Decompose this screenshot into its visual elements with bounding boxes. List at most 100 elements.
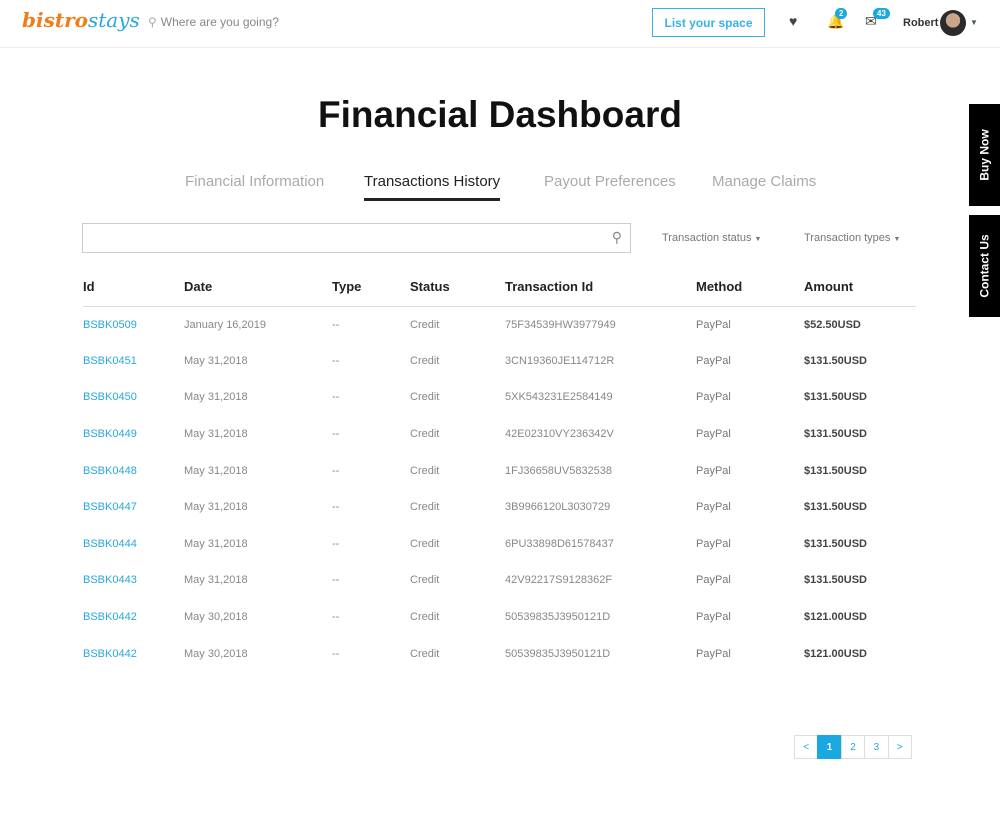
search-placeholder: Where are you going? <box>160 15 279 29</box>
cell-amount: $131.50USD <box>804 574 867 587</box>
cell-date: May 31,2018 <box>184 428 248 441</box>
cell-id[interactable]: BSBK0448 <box>83 452 184 489</box>
buy-now-tab[interactable]: Buy Now <box>969 104 1000 206</box>
table-row: BSBK0444 May 31,2018 -- Credit 6PU33898D6157… <box>83 526 916 563</box>
cell-type: -- <box>332 647 340 660</box>
transactions-table: Id Date Type Status Transaction Id Method Amou… <box>83 268 916 672</box>
transaction-search-input[interactable]: ⚲ <box>82 223 631 253</box>
cell-type: -- <box>332 391 340 404</box>
column-header-id: Id <box>83 268 184 307</box>
bell-icon[interactable]: 🔔 2 <box>827 8 848 30</box>
cell-date: May 31,2018 <box>184 537 248 550</box>
column-header-status: Status <box>410 268 505 307</box>
mail-icon[interactable]: ✉ 43 <box>865 8 890 30</box>
caret-down-icon: ▼ <box>893 236 901 243</box>
table-row: BSBK0443 May 31,2018 -- Credit 42V92217S9128… <box>83 562 916 599</box>
cell-transaction-id: 50539835J3950121D <box>505 611 611 624</box>
cell-status: Credit <box>410 537 440 550</box>
page-3-button[interactable]: 3 <box>864 735 889 759</box>
cell-amount: $52.50USD <box>804 318 861 331</box>
table-row: BSBK0449 May 31,2018 -- Credit 42E02310VY236… <box>83 416 916 453</box>
cell-amount: $131.50USD <box>804 391 867 404</box>
cell-date: May 30,2018 <box>184 647 248 660</box>
cell-date: May 31,2018 <box>184 464 248 477</box>
table-row: BSBK0442 May 30,2018 -- Credit 50539835J3950… <box>83 635 916 672</box>
prev-page-button[interactable]: < <box>794 735 819 759</box>
chevron-down-icon[interactable]: ▼ <box>970 18 978 27</box>
cell-id[interactable]: BSBK0444 <box>83 526 184 563</box>
search-icon[interactable]: ⚲ <box>612 229 622 246</box>
tab-manage-claims[interactable]: Manage Claims <box>712 173 816 190</box>
table-row: BSBK0509 January 16,2019 -- Credit 75F34539H… <box>83 306 916 343</box>
tab-financial-information[interactable]: Financial Information <box>185 173 324 190</box>
cell-amount: $131.50USD <box>804 501 867 514</box>
column-header-amount: Amount <box>804 268 916 307</box>
search-icon: ⚲ <box>148 15 157 29</box>
list-your-space-button[interactable]: List your space <box>652 8 765 37</box>
pagination: < 1 2 3 > <box>794 735 912 759</box>
cell-transaction-id: 3B9966120L3030729 <box>505 501 611 514</box>
cell-amount: $131.50USD <box>804 537 867 550</box>
cell-method: PayPal <box>696 647 731 660</box>
cell-transaction-id: 50539835J3950121D <box>505 647 611 660</box>
tab-transactions-history[interactable]: Transactions History <box>364 173 501 201</box>
table-row: BSBK0442 May 30,2018 -- Credit 50539835J3950… <box>83 599 916 636</box>
cell-amount: $131.50USD <box>804 354 867 367</box>
top-nav: bistrostays ⚲ Where are you going? List y… <box>0 0 1000 48</box>
table-row: BSBK0451 May 31,2018 -- Credit 3CN19360JE114… <box>83 343 916 380</box>
avatar[interactable] <box>940 10 966 36</box>
cell-method: PayPal <box>696 611 731 624</box>
column-header-date: Date <box>184 268 332 307</box>
cell-method: PayPal <box>696 464 731 477</box>
logo[interactable]: bistrostays <box>22 8 140 32</box>
cell-status: Credit <box>410 611 440 624</box>
cell-method: PayPal <box>696 574 731 587</box>
cell-id[interactable]: BSBK0451 <box>83 343 184 380</box>
next-page-button[interactable]: > <box>887 735 912 759</box>
cell-type: -- <box>332 501 340 514</box>
cell-amount: $131.50USD <box>804 428 867 441</box>
cell-transaction-id: 75F34539HW3977949 <box>505 318 616 331</box>
cell-status: Credit <box>410 428 440 441</box>
cell-id[interactable]: BSBK0447 <box>83 489 184 526</box>
column-header-type: Type <box>332 268 410 307</box>
cell-id[interactable]: BSBK0449 <box>83 416 184 453</box>
cell-id[interactable]: BSBK0509 <box>83 306 184 343</box>
cell-method: PayPal <box>696 428 731 441</box>
cell-id[interactable]: BSBK0442 <box>83 635 184 672</box>
cell-id[interactable]: BSBK0443 <box>83 562 184 599</box>
cell-date: May 31,2018 <box>184 574 248 587</box>
cell-transaction-id: 42E02310VY236342V <box>505 428 614 441</box>
heart-icon[interactable]: ♥ <box>789 13 797 29</box>
cell-type: -- <box>332 574 340 587</box>
cell-status: Credit <box>410 647 440 660</box>
cell-status: Credit <box>410 391 440 404</box>
cell-transaction-id: 6PU33898D61578437 <box>505 537 614 550</box>
page-title: Financial Dashboard <box>318 94 682 135</box>
tab-payout-preferences[interactable]: Payout Preferences <box>544 173 676 190</box>
cell-status: Credit <box>410 501 440 514</box>
cell-transaction-id: 3CN19360JE114712R <box>505 354 615 367</box>
transaction-types-dropdown[interactable]: Transaction types ▼ <box>804 232 900 244</box>
cell-status: Credit <box>410 574 440 587</box>
cell-date: May 31,2018 <box>184 501 248 514</box>
cell-date: May 31,2018 <box>184 354 248 367</box>
cell-date: January 16,2019 <box>184 318 266 331</box>
cell-status: Credit <box>410 354 440 367</box>
cell-transaction-id: 5XK543231E2584149 <box>505 391 613 404</box>
cell-type: -- <box>332 318 340 331</box>
table-row: BSBK0447 May 31,2018 -- Credit 3B9966120L303… <box>83 489 916 526</box>
cell-amount: $121.00USD <box>804 611 867 624</box>
destination-search[interactable]: ⚲ Where are you going? <box>148 15 279 29</box>
cell-status: Credit <box>410 318 440 331</box>
cell-id[interactable]: BSBK0442 <box>83 599 184 636</box>
caret-down-icon: ▼ <box>754 236 762 243</box>
page-2-button[interactable]: 2 <box>840 735 866 759</box>
cell-method: PayPal <box>696 354 731 367</box>
cell-type: -- <box>332 537 340 550</box>
user-name[interactable]: Robert <box>903 17 938 29</box>
contact-us-tab[interactable]: Contact Us <box>969 215 1000 317</box>
page-1-button[interactable]: 1 <box>817 735 842 759</box>
cell-id[interactable]: BSBK0450 <box>83 379 184 416</box>
transaction-status-dropdown[interactable]: Transaction status ▼ <box>662 232 761 244</box>
